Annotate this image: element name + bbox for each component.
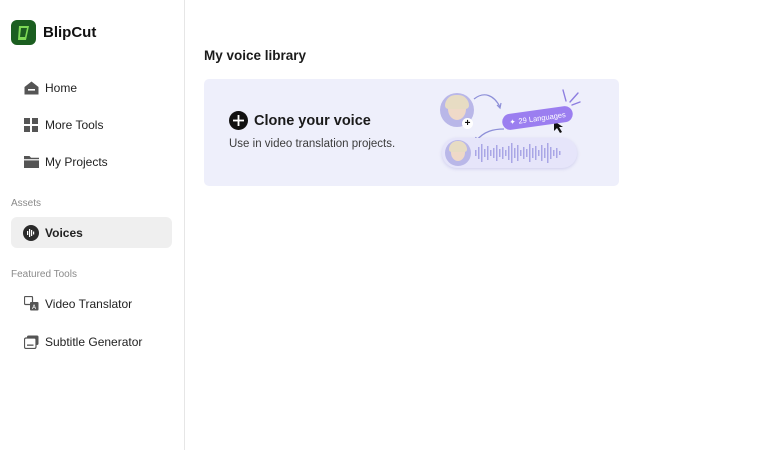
voice-clone-illustration: + ✦ 29 Languages [438, 85, 588, 180]
waveform-icon [23, 224, 39, 241]
plus-circle-icon [229, 111, 248, 130]
clone-voice-description: Use in video translation projects. [229, 138, 396, 150]
waveform-bars [475, 143, 561, 163]
sidebar: BlipCut Home More Tools My Projects Asse… [0, 0, 185, 450]
home-icon [23, 80, 39, 96]
sidebar-item-my-projects[interactable]: My Projects [11, 146, 172, 177]
brand-name: BlipCut [43, 24, 97, 41]
sidebar-item-video-translator[interactable]: A Video Translator [11, 288, 172, 319]
main-content: My voice library Clone your voice Use in… [204, 0, 774, 450]
sidebar-item-subtitle-generator[interactable]: Subtitle Generator [11, 326, 172, 357]
audio-waveform [442, 138, 577, 168]
sparkle-icon: ✦ [508, 116, 517, 127]
folder-icon [23, 154, 39, 170]
blipcut-logo-icon [11, 20, 36, 45]
brand[interactable]: BlipCut [11, 20, 96, 45]
section-label-assets: Assets [11, 198, 42, 209]
clone-title-row: Clone your voice [229, 111, 371, 130]
subtitle-icon [23, 334, 39, 350]
page-title: My voice library [204, 48, 307, 63]
sidebar-item-label: Subtitle Generator [45, 334, 143, 349]
languages-badge-label: 29 Languages [517, 109, 567, 126]
sidebar-item-label: Video Translator [45, 296, 133, 311]
section-label-featured-tools: Featured Tools [11, 269, 77, 280]
sidebar-item-label: More Tools [45, 117, 104, 132]
grid-icon [23, 117, 39, 133]
sidebar-item-label: My Projects [45, 154, 108, 169]
clone-voice-title: Clone your voice [254, 112, 371, 129]
add-icon: + [462, 118, 473, 129]
translate-icon: A [23, 296, 39, 312]
sidebar-item-label: Home [45, 80, 78, 95]
clone-voice-card[interactable]: Clone your voice Use in video translatio… [204, 79, 619, 186]
avatar [445, 140, 471, 166]
sidebar-item-home[interactable]: Home [11, 72, 172, 103]
sidebar-item-voices[interactable]: Voices [11, 217, 172, 248]
sidebar-item-more-tools[interactable]: More Tools [11, 109, 172, 140]
app-window: BlipCut Home More Tools My Projects Asse… [0, 0, 774, 450]
sidebar-item-label: Voices [45, 225, 83, 240]
